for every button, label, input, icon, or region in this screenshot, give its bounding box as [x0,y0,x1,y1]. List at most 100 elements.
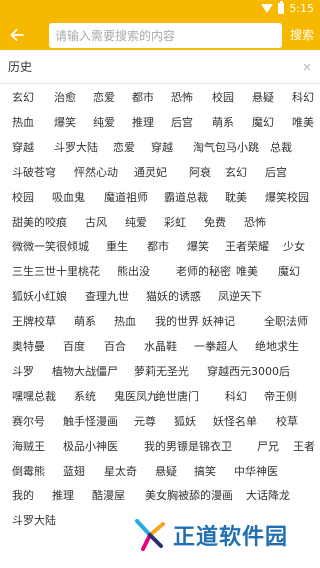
history-tag[interactable]: 玄幻 [225,166,247,180]
history-tag[interactable]: 斗罗大陆 [54,141,98,155]
history-tag[interactable]: 魔道祖师 [104,191,148,205]
history-tag[interactable]: 萌系 [212,116,234,130]
history-tag[interactable]: 总裁 [270,141,292,155]
history-tag[interactable]: 妖神记 [202,315,235,329]
history-tag[interactable]: 穿越 [151,141,173,155]
history-tag[interactable]: 鬼医凤九 [114,390,158,404]
history-tag[interactable]: 斗罗大陆 [12,514,56,528]
history-tag[interactable]: 系统 [74,390,96,404]
history-tag[interactable]: 恐怖 [171,91,193,105]
history-tag[interactable]: 触手怪漫画 [63,415,118,429]
history-tag[interactable]: 唯美 [292,116,314,130]
history-tag[interactable]: 后宫 [171,116,193,130]
history-tag[interactable]: 我的男镖是锦衣卫 [144,440,232,454]
history-tag[interactable]: 蓝翅 [63,465,85,479]
history-tag[interactable]: 悬疑 [155,465,177,479]
history-tag[interactable]: 星太奇 [104,465,137,479]
history-tag[interactable]: 爆笑 [187,240,209,254]
history-tag[interactable]: 熊出没 [117,265,150,279]
history-tag[interactable]: 美女胸被舔的漫画 [145,489,233,503]
history-tag[interactable]: 魔幻 [278,265,300,279]
history-tag[interactable]: 少女 [283,240,305,254]
history-tag[interactable]: 推理 [132,116,154,130]
history-tag[interactable]: 免费 [204,216,226,230]
history-tag[interactable]: 嘿嘿总裁 [12,390,56,404]
history-tag[interactable]: 穿越 [12,141,34,155]
history-tag[interactable]: 妖怪名单 [213,415,257,429]
history-tag[interactable]: 魔幻 [252,116,274,130]
history-tag[interactable]: 唯美 [236,265,258,279]
history-tag[interactable]: 萝莉无圣光 [134,365,189,379]
history-tag[interactable]: 酷漫屋 [92,489,125,503]
history-tag[interactable]: 悬疑 [252,91,274,105]
history-tag[interactable]: 我的 [12,489,34,503]
history-tag[interactable]: 热血 [12,116,34,130]
history-tag[interactable]: 耽美 [225,191,247,205]
history-tag[interactable]: 绝地求生 [255,340,299,354]
history-tag[interactable]: 霸道总裁 [164,191,208,205]
history-tag[interactable]: 恐怖 [244,216,266,230]
history-tag[interactable]: 凤逆天下 [218,290,262,304]
history-tag[interactable]: 狐妖 [174,415,196,429]
history-tag[interactable]: 斗破苍穹 [12,166,56,180]
history-tag[interactable]: 纯爱 [93,116,115,130]
history-tag[interactable]: 王牌校草 [12,315,56,329]
history-tag[interactable]: 全职法师 [264,315,308,329]
history-tag[interactable]: 倒霉熊 [12,465,45,479]
history-tag[interactable]: 猫妖的诱惑 [146,290,201,304]
history-tag[interactable]: 奥特曼 [12,340,45,354]
history-tag[interactable]: 穿越西元3000后 [207,365,290,379]
history-tag[interactable]: 斗罗 [12,365,34,379]
history-tag[interactable]: 植物大战僵尸 [52,365,118,379]
history-tag[interactable]: 爆笑 [54,116,76,130]
history-tag[interactable]: 微微一笑很倾城 [12,240,89,254]
history-tag[interactable]: 淘气包马小跳 [193,141,259,155]
history-tag[interactable]: 查理九世 [85,290,129,304]
history-tag[interactable]: 老师的秘密 [176,265,231,279]
back-button[interactable] [0,20,34,50]
history-tag[interactable]: 怦然心动 [74,166,118,180]
history-tag[interactable]: 三生三世十里桃花 [12,265,100,279]
history-tag[interactable]: 都市 [132,91,154,105]
history-tag[interactable]: 纯爱 [125,216,147,230]
history-tag[interactable]: 搞笑 [194,465,216,479]
history-tag[interactable]: 恋爱 [113,141,135,155]
history-tag[interactable]: 热血 [114,315,136,329]
history-tag[interactable]: 狐妖小红娘 [12,290,67,304]
history-tag[interactable]: 甜美的咬痕 [12,216,67,230]
history-tag[interactable]: 科幻 [225,390,247,404]
history-tag[interactable]: 一拳超人 [194,340,238,354]
history-tag[interactable]: 帝王侧 [264,390,297,404]
history-tag[interactable]: 赛尔号 [12,415,45,429]
history-tag[interactable]: 元尊 [134,415,156,429]
history-tag[interactable]: 阿衰 [189,166,211,180]
history-tag[interactable]: 治愈 [54,91,76,105]
history-tag[interactable]: 古风 [85,216,107,230]
search-button[interactable]: 搜索 [290,26,314,43]
history-tag[interactable]: 爆笑校园 [265,191,309,205]
history-tag[interactable]: 后宫 [265,166,287,180]
history-tag[interactable]: 校草 [276,415,298,429]
history-tag[interactable]: 校园 [12,191,34,205]
history-tag[interactable]: 大话降龙 [246,489,290,503]
history-tag[interactable]: 我的世界 [155,315,199,329]
search-input[interactable] [49,23,282,48]
history-tag[interactable]: 绝世唐门 [155,390,199,404]
history-tag[interactable]: 通灵妃 [134,166,167,180]
history-tag[interactable]: 玄幻 [12,91,34,105]
history-tag[interactable]: 王者 [293,440,315,454]
history-tag[interactable]: 重生 [106,240,128,254]
history-tag[interactable]: 校园 [212,91,234,105]
history-tag[interactable]: 彩虹 [164,216,186,230]
history-tag[interactable]: 王者荣耀 [225,240,269,254]
history-tag[interactable]: 水晶鞋 [144,340,177,354]
history-tag[interactable]: 推理 [52,489,74,503]
history-tag[interactable]: 吸血鬼 [52,191,85,205]
history-tag[interactable]: 百度 [63,340,85,354]
history-tag[interactable]: 中华神医 [234,465,278,479]
history-tag[interactable]: 海贼王 [12,440,45,454]
history-tag[interactable]: 恋爱 [93,91,115,105]
history-tag[interactable]: 都市 [147,240,169,254]
history-tag[interactable]: 科幻 [292,91,314,105]
history-tag[interactable]: 百合 [104,340,126,354]
